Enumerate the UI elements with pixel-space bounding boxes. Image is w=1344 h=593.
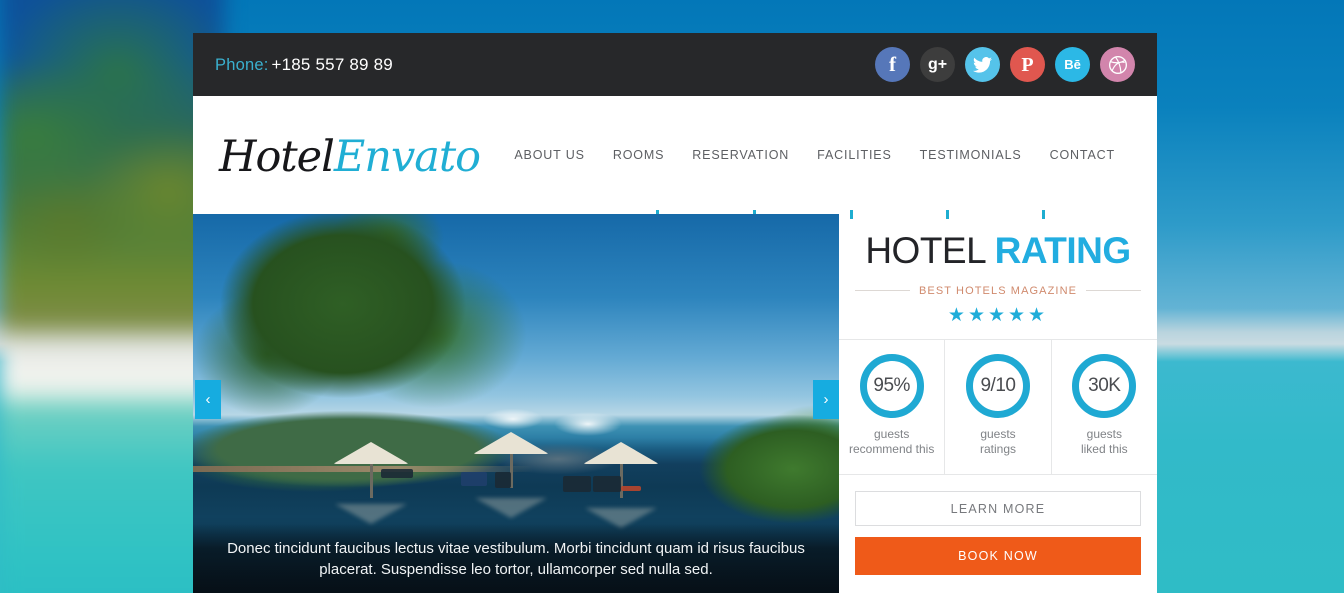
- background-tropical-photo: [0, 0, 224, 593]
- social-links: f g+ P Bē: [875, 47, 1135, 82]
- stat-value: 30K: [1088, 374, 1121, 396]
- progress-ring-icon: 95%: [859, 353, 924, 418]
- logo-text-accent: Envato: [333, 131, 481, 182]
- facebook-icon[interactable]: f: [875, 47, 910, 82]
- nav-item-reservation[interactable]: RESERVATION: [678, 142, 803, 168]
- slider-prev-button[interactable]: ‹: [195, 380, 221, 419]
- rating-subtitle-row: BEST HOTELS MAGAZINE: [853, 285, 1143, 297]
- learn-more-button[interactable]: LEARN MORE: [855, 491, 1141, 527]
- stat-value: 9/10: [980, 374, 1016, 396]
- stat-label: guests recommend this: [843, 427, 940, 458]
- website-frame: Phone: +185 557 89 89 f g+ P Bē HotelEnva…: [193, 33, 1157, 593]
- rating-panel-header: HOTEL RATING BEST HOTELS MAGAZINE ★★★★★: [839, 214, 1157, 340]
- image-slider: ‹ › Donec tincidunt faucibus lectus vita…: [193, 214, 839, 593]
- google-plus-icon[interactable]: g+: [920, 47, 955, 82]
- stat-label-line2: recommend this: [848, 442, 935, 457]
- stat-label-line2: ratings: [979, 442, 1016, 457]
- behance-icon[interactable]: Bē: [1055, 47, 1090, 82]
- progress-ring-icon: 30K: [1072, 353, 1137, 418]
- progress-ring-icon: 9/10: [965, 353, 1030, 418]
- stat-value: 95%: [873, 374, 910, 396]
- logo-text-primary: Hotel: [219, 131, 335, 182]
- site-logo[interactable]: HotelEnvato: [219, 135, 481, 179]
- hotel-rating-panel: HOTEL RATING BEST HOTELS MAGAZINE ★★★★★ …: [839, 214, 1157, 593]
- subtitle-rule-right: [1086, 290, 1142, 292]
- stat-label: guests ratings: [949, 427, 1046, 458]
- phone-block: Phone: +185 557 89 89: [215, 55, 393, 75]
- stat-label-line2: liked this: [1080, 442, 1128, 457]
- rating-subtitle: BEST HOTELS MAGAZINE: [918, 284, 1078, 297]
- rating-stats: 95% guests recommend this 9/10 guests ra…: [839, 339, 1157, 476]
- hero-section: ‹ › Donec tincidunt faucibus lectus vita…: [193, 214, 1157, 593]
- topbar: Phone: +185 557 89 89 f g+ P Bē: [193, 33, 1157, 96]
- star-rating: ★★★★★: [947, 304, 1049, 326]
- slider-next-button[interactable]: ›: [813, 380, 839, 419]
- main-navigation: ABOUT US ROOMS RESERVATION FACILITIES TE…: [500, 142, 1131, 168]
- lounger-4: [563, 476, 591, 492]
- nav-item-contact[interactable]: CONTACT: [1036, 142, 1129, 168]
- stat-recommend: 95% guests recommend this: [839, 339, 946, 475]
- book-now-button[interactable]: BOOK NOW: [855, 537, 1141, 576]
- stat-ratings: 9/10 guests ratings: [945, 339, 1052, 475]
- lounger-2: [461, 472, 487, 486]
- phone-number[interactable]: +185 557 89 89: [272, 55, 393, 74]
- rating-panel-title: HOTEL RATING: [853, 230, 1143, 271]
- stat-label-line1: guests: [873, 426, 910, 441]
- lounger-3: [495, 472, 511, 488]
- subtitle-rule-left: [855, 290, 910, 292]
- lounger-5: [593, 476, 621, 492]
- lounger-1: [381, 469, 413, 478]
- rating-title-accent: RATING: [994, 230, 1132, 271]
- pinterest-icon[interactable]: P: [1010, 47, 1045, 82]
- nav-item-about-us[interactable]: ABOUT US: [500, 142, 598, 168]
- phone-label: Phone:: [215, 55, 269, 74]
- nav-item-testimonials[interactable]: TESTIMONIALS: [906, 142, 1036, 168]
- twitter-icon[interactable]: [965, 47, 1000, 82]
- slide-caption: Donec tincidunt faucibus lectus vitae ve…: [193, 523, 839, 593]
- lounger-6: [621, 486, 641, 491]
- dribbble-icon[interactable]: [1100, 47, 1135, 82]
- rating-title-primary: HOTEL: [865, 230, 985, 271]
- nav-item-facilities[interactable]: FACILITIES: [803, 142, 906, 168]
- stat-label: guests liked this: [1056, 427, 1153, 458]
- stat-label-line1: guests: [980, 426, 1016, 441]
- site-header: HotelEnvato ABOUT US ROOMS RESERVATION F…: [193, 96, 1157, 219]
- nav-item-rooms[interactable]: ROOMS: [599, 142, 678, 168]
- stat-likes: 30K guests liked this: [1052, 340, 1157, 474]
- stat-label-line1: guests: [1086, 426, 1122, 441]
- rating-panel-actions: LEARN MORE BOOK NOW: [839, 475, 1157, 576]
